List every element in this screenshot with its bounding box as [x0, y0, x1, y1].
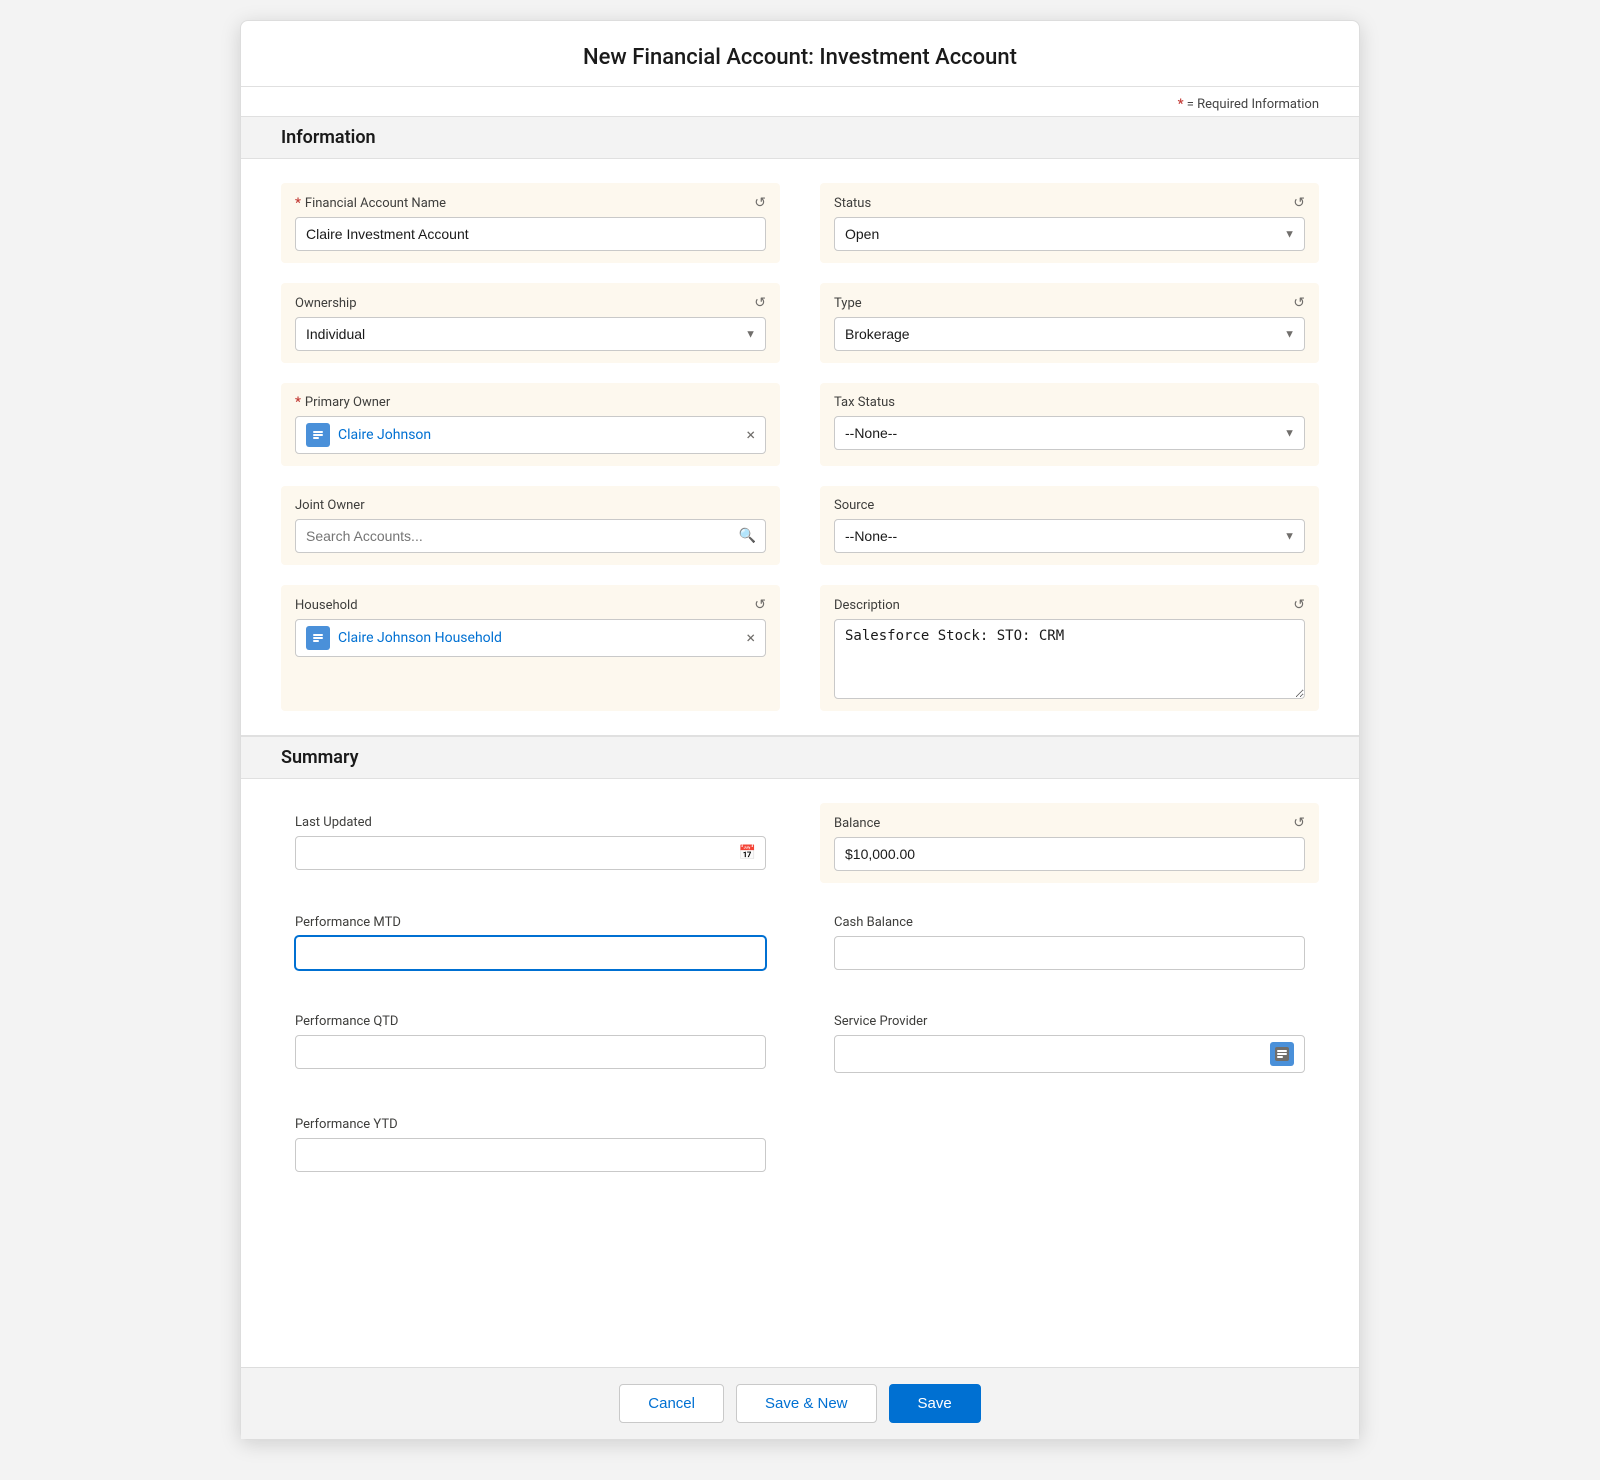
type-select[interactable]: Brokerage Retirement Savings Checking: [834, 317, 1305, 351]
tax-status-select-wrapper: --None-- Taxable Tax-Deferred Tax-Exempt: [834, 416, 1305, 450]
performance-ytd-input[interactable]: [295, 1138, 766, 1172]
summary-form-grid: Last Updated 📅 Balance ↺: [281, 803, 1319, 1184]
label-balance: Balance ↺: [834, 815, 1305, 831]
field-service-provider: Service Provider: [820, 1002, 1319, 1085]
field-primary-owner: * Primary Owner Claire Johnson: [281, 383, 780, 466]
label-household: Household ↺: [295, 597, 766, 613]
label-source: Source: [834, 498, 1305, 513]
reset-financial-account-name-icon[interactable]: ↺: [754, 195, 766, 211]
field-cash-balance: Cash Balance: [820, 903, 1319, 982]
performance-mtd-input[interactable]: [295, 936, 766, 970]
modal-container: New Financial Account: Investment Accoun…: [240, 20, 1360, 1440]
household-value: Claire Johnson Household: [338, 630, 738, 646]
label-financial-account-name: * Financial Account Name ↺: [295, 195, 766, 211]
status-select-wrapper: Open Closed Pending: [834, 217, 1305, 251]
last-updated-input[interactable]: [295, 836, 766, 870]
label-cash-balance: Cash Balance: [834, 915, 1305, 930]
reset-ownership-icon[interactable]: ↺: [754, 295, 766, 311]
field-balance: Balance ↺: [820, 803, 1319, 883]
primary-owner-lookup[interactable]: Claire Johnson ×: [295, 416, 766, 454]
primary-owner-value: Claire Johnson: [338, 427, 738, 443]
required-star: *: [1178, 97, 1184, 112]
label-status: Status ↺: [834, 195, 1305, 211]
reset-balance-icon[interactable]: ↺: [1293, 815, 1305, 831]
cash-balance-input[interactable]: [834, 936, 1305, 970]
field-joint-owner: Joint Owner 🔍: [281, 486, 780, 565]
tax-status-select[interactable]: --None-- Taxable Tax-Deferred Tax-Exempt: [834, 416, 1305, 450]
information-form-grid: * Financial Account Name ↺ Status ↺: [281, 183, 1319, 711]
reset-description-icon[interactable]: ↺: [1293, 597, 1305, 613]
field-financial-account-name: * Financial Account Name ↺: [281, 183, 780, 263]
field-description: Description ↺ Salesforce Stock: STO: CRM: [820, 585, 1319, 711]
save-button[interactable]: Save: [889, 1384, 981, 1423]
primary-owner-clear-icon[interactable]: ×: [746, 427, 755, 443]
page-title: New Financial Account: Investment Accoun…: [281, 45, 1319, 70]
balance-input[interactable]: [834, 837, 1305, 871]
label-tax-status: Tax Status: [834, 395, 1305, 410]
label-description: Description ↺: [834, 597, 1305, 613]
household-clear-icon[interactable]: ×: [746, 630, 755, 646]
required-text: = Required Information: [1187, 97, 1319, 112]
reset-household-icon[interactable]: ↺: [754, 597, 766, 613]
field-performance-mtd: Performance MTD: [281, 903, 780, 982]
joint-owner-search-field: 🔍: [295, 519, 766, 553]
modal-footer: Cancel Save & New Save: [241, 1367, 1359, 1439]
source-select-wrapper: --None-- Referral Direct Online: [834, 519, 1305, 553]
label-service-provider: Service Provider: [834, 1014, 1305, 1029]
section-summary-content: Last Updated 📅 Balance ↺: [241, 779, 1359, 1208]
performance-qtd-input[interactable]: [295, 1035, 766, 1069]
last-updated-date-field: 📅: [295, 836, 766, 870]
ownership-select[interactable]: Individual Joint Entity: [295, 317, 766, 351]
field-type: Type ↺ Brokerage Retirement Savings Chec…: [820, 283, 1319, 363]
label-last-updated: Last Updated: [295, 815, 766, 830]
joint-owner-input[interactable]: [295, 519, 766, 553]
field-status: Status ↺ Open Closed Pending: [820, 183, 1319, 263]
ownership-select-wrapper: Individual Joint Entity: [295, 317, 766, 351]
section-summary-header: Summary: [241, 736, 1359, 779]
label-performance-mtd: Performance MTD: [295, 915, 766, 930]
financial-account-name-input[interactable]: [295, 217, 766, 251]
label-type: Type ↺: [834, 295, 1305, 311]
field-household: Household ↺ Claire Johnson Household: [281, 585, 780, 711]
primary-owner-lookup-icon: [306, 423, 330, 447]
section-information-header: Information: [241, 116, 1359, 159]
label-primary-owner: * Primary Owner: [295, 395, 766, 410]
field-performance-qtd: Performance QTD: [281, 1002, 780, 1085]
service-provider-lookup[interactable]: [834, 1035, 1305, 1073]
label-performance-ytd: Performance YTD: [295, 1117, 766, 1132]
label-performance-qtd: Performance QTD: [295, 1014, 766, 1029]
section-information-content: * Financial Account Name ↺ Status ↺: [241, 159, 1359, 735]
household-lookup[interactable]: Claire Johnson Household ×: [295, 619, 766, 657]
field-source: Source --None-- Referral Direct Online: [820, 486, 1319, 565]
save-new-button[interactable]: Save & New: [736, 1384, 877, 1423]
field-tax-status: Tax Status --None-- Taxable Tax-Deferred…: [820, 383, 1319, 466]
reset-type-icon[interactable]: ↺: [1293, 295, 1305, 311]
source-select[interactable]: --None-- Referral Direct Online: [834, 519, 1305, 553]
label-joint-owner: Joint Owner: [295, 498, 766, 513]
reset-status-icon[interactable]: ↺: [1293, 195, 1305, 211]
label-ownership: Ownership ↺: [295, 295, 766, 311]
status-select[interactable]: Open Closed Pending: [834, 217, 1305, 251]
field-last-updated: Last Updated 📅: [281, 803, 780, 883]
cancel-button[interactable]: Cancel: [619, 1384, 724, 1423]
field-performance-ytd: Performance YTD: [281, 1105, 780, 1184]
modal-header: New Financial Account: Investment Accoun…: [241, 21, 1359, 87]
type-select-wrapper: Brokerage Retirement Savings Checking: [834, 317, 1305, 351]
household-lookup-icon: [306, 626, 330, 650]
service-provider-lookup-icon: [1270, 1042, 1294, 1066]
description-textarea[interactable]: Salesforce Stock: STO: CRM: [834, 619, 1305, 699]
field-ownership: Ownership ↺ Individual Joint Entity: [281, 283, 780, 363]
required-note: * = Required Information: [241, 87, 1359, 116]
